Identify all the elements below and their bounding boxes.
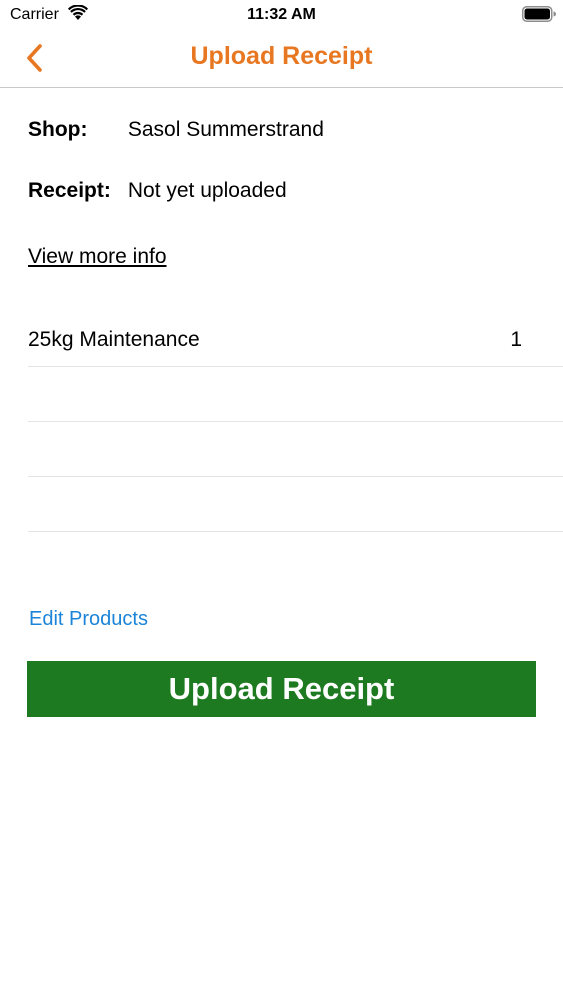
edit-products-link[interactable]: Edit Products xyxy=(29,605,148,633)
product-quantity: 1 xyxy=(510,328,522,351)
product-name: 25kg Maintenance xyxy=(28,328,200,351)
product-row[interactable]: 25kg Maintenance 1 xyxy=(28,312,563,367)
status-bar: Carrier 11:32 AM xyxy=(0,0,563,30)
product-list: 25kg Maintenance 1 xyxy=(28,312,563,532)
empty-product-row xyxy=(28,477,563,532)
receipt-label: Receipt: xyxy=(28,179,111,202)
shop-row: Shop: Sasol Summerstrand xyxy=(28,116,324,144)
empty-product-row xyxy=(28,422,563,477)
receipt-status: Not yet uploaded xyxy=(127,179,287,202)
battery-full-icon xyxy=(522,6,556,22)
shop-label: Shop: xyxy=(28,118,88,141)
shop-value: Sasol Summerstrand xyxy=(127,118,324,141)
empty-product-row xyxy=(28,367,563,422)
upload-receipt-button[interactable]: Upload Receipt xyxy=(27,661,536,717)
clock: 11:32 AM xyxy=(247,6,316,23)
navigation-bar: Upload Receipt xyxy=(0,30,563,88)
page-title: Upload Receipt xyxy=(190,42,373,70)
receipt-row: Receipt: Not yet uploaded xyxy=(28,177,287,205)
view-more-info-link[interactable]: View more info xyxy=(28,243,167,271)
